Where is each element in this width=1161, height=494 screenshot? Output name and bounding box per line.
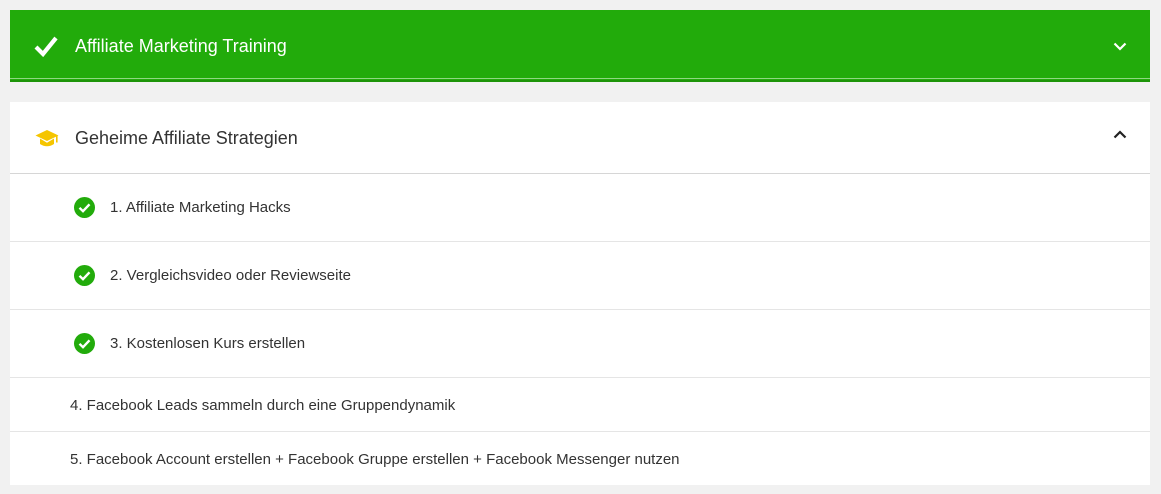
lesson-item[interactable]: 2. Vergleichsvideo oder Reviewseite (10, 242, 1150, 310)
chevron-down-icon[interactable] (1113, 42, 1127, 51)
course-title: Affiliate Marketing Training (75, 36, 287, 56)
course-header[interactable]: Affiliate Marketing Training (10, 10, 1150, 82)
lesson-label: 5. Facebook Account erstellen + Facebook… (70, 451, 680, 468)
lesson-label: 4. Facebook Leads sammeln durch eine Gru… (70, 397, 456, 414)
module-header[interactable]: Geheime Affiliate Strategien (10, 102, 1150, 174)
graduation-cap-icon (35, 130, 59, 147)
lesson-item[interactable]: 3. Kostenlosen Kurs erstellen (10, 310, 1150, 378)
check-circle-icon (74, 265, 95, 286)
check-circle-icon (74, 197, 95, 218)
lesson-item[interactable]: 5. Facebook Account erstellen + Facebook… (10, 432, 1150, 485)
module-title: Geheime Affiliate Strategien (75, 128, 298, 148)
lesson-label: 1. Affiliate Marketing Hacks (110, 199, 291, 216)
lesson-item[interactable]: 1. Affiliate Marketing Hacks (10, 174, 1150, 242)
lesson-label: 2. Vergleichsvideo oder Reviewseite (110, 267, 351, 284)
lesson-label: 3. Kostenlosen Kurs erstellen (110, 335, 306, 352)
check-circle-icon (74, 333, 95, 354)
lesson-item[interactable]: 4. Facebook Leads sammeln durch eine Gru… (10, 378, 1150, 432)
chevron-up-icon[interactable] (1113, 130, 1127, 139)
module-panel: Geheime Affiliate Strategien 1. Affiliat… (10, 102, 1150, 485)
course-accordion: Affiliate Marketing Training Geheime Aff… (10, 10, 1150, 485)
check-icon (34, 36, 58, 57)
